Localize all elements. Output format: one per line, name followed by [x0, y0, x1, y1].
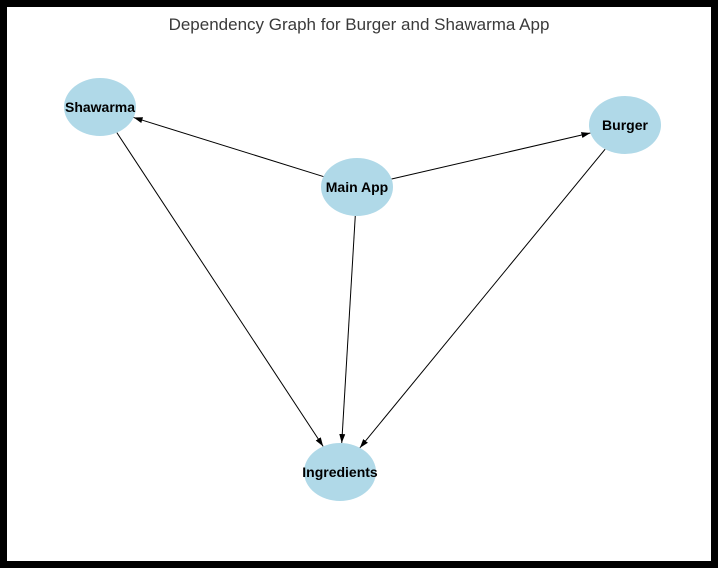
- node-label-ingredients: Ingredients: [302, 464, 377, 480]
- diagram-canvas: Dependency Graph for Burger and Shawarma…: [6, 6, 712, 562]
- edge-burger-ingredients: [360, 149, 605, 448]
- diagram-title: Dependency Graph for Burger and Shawarma…: [7, 7, 711, 35]
- edge-main-burger: [392, 133, 591, 179]
- node-label-shawarma: Shawarma: [65, 99, 135, 115]
- edge-shawarma-ingredients: [117, 133, 323, 447]
- edge-main-shawarma: [134, 117, 324, 176]
- node-label-burger: Burger: [602, 117, 648, 133]
- edge-main-ingredients: [342, 216, 356, 443]
- node-label-main: Main App: [326, 179, 388, 195]
